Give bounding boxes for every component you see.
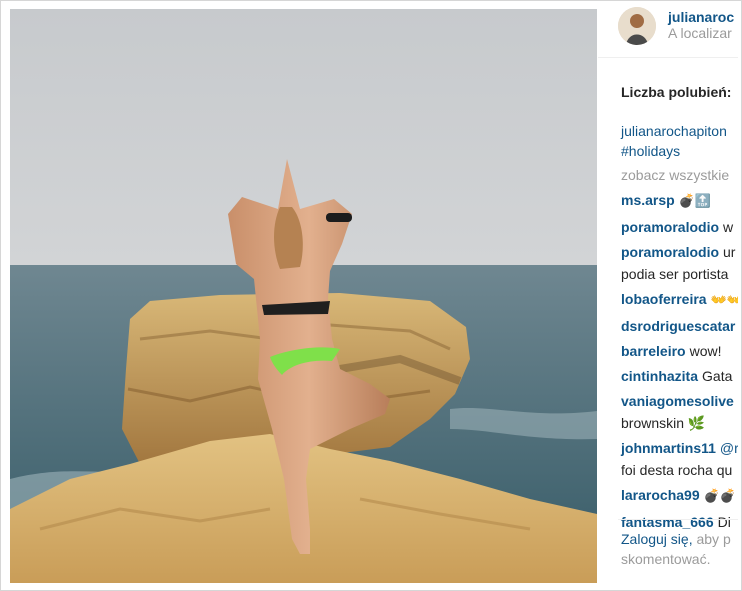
comment-username[interactable]: fantasma_666 — [621, 514, 714, 530]
comment-username[interactable]: cintinhazita — [621, 368, 698, 384]
comment-text: wow! — [689, 343, 722, 359]
comment-username[interactable]: lobaoferreira — [621, 291, 707, 307]
post-username[interactable]: julianaroc — [668, 9, 734, 25]
post-dialog: julianaroc A localizar Liczba polubień: … — [0, 0, 742, 591]
comment-username[interactable]: barreleiro — [621, 343, 686, 359]
comment-item: dsrodriguescatar — [621, 316, 738, 336]
comment-item: cintinhazita Gata — [621, 366, 738, 386]
comment-text: Gata — [702, 368, 733, 384]
post-photo[interactable] — [10, 9, 597, 583]
comment-item: ms.arsp 💣🔝 — [621, 190, 738, 212]
comment-text: w — [723, 219, 734, 235]
comment-item: vaniagomesolive brownskin 🌿 — [621, 391, 738, 433]
footer-divider — [618, 519, 738, 520]
comment-username[interactable]: vaniagomesolive — [621, 393, 734, 409]
avatar-image — [618, 7, 656, 45]
comment-item: lobaoferreira👐👐 — [621, 289, 738, 311]
comment-item: lararocha99 💣💣 — [621, 485, 738, 507]
comment-username[interactable]: johnmartins11 — [621, 440, 716, 456]
comment-text: 👐👐 — [710, 293, 738, 308]
comment-text-line2: podia ser portista — [621, 266, 729, 282]
login-prompt: Zaloguj się, aby p skomentować. — [621, 529, 731, 569]
comment-mention[interactable]: @ri — [720, 440, 738, 456]
comment-text: 💣🔝 — [678, 194, 712, 209]
comment-text-line2: brownskin 🌿 — [621, 415, 706, 431]
comment-text: ur — [723, 244, 736, 260]
caption-username[interactable]: julianarochapiton — [621, 121, 738, 141]
avatar[interactable] — [618, 7, 656, 45]
comment-item: barreleiro wow! — [621, 341, 738, 361]
post-header: julianaroc A localizar — [598, 1, 738, 58]
login-prompt-text: aby p — [692, 531, 731, 547]
comment-text-line2: foi desta rocha qu — [621, 462, 733, 478]
comment-username[interactable]: poramoralodio — [621, 219, 719, 235]
comment-item: poramoralodio w — [621, 217, 738, 237]
comment-username[interactable]: lararocha99 — [621, 487, 700, 503]
photo-illustration — [10, 9, 597, 583]
comment-username[interactable]: ms.arsp — [621, 192, 675, 208]
view-all-comments-link[interactable]: zobacz wszystkie — [621, 165, 738, 185]
comment-username[interactable]: poramoralodio — [621, 244, 719, 260]
post-location[interactable]: A localizar — [668, 25, 732, 41]
comment-item: johnmartins11@ri foi desta rocha qu — [621, 438, 738, 480]
post-sidebar: julianaroc A localizar Liczba polubień: … — [598, 1, 738, 590]
comment-item: poramoralodio ur podia ser portista — [621, 242, 738, 284]
likes-count[interactable]: Liczba polubień: — [621, 84, 731, 100]
comment-username[interactable]: dsrodriguescatar — [621, 318, 735, 334]
login-prompt-text-line2: skomentować. — [621, 551, 711, 567]
comments-list: julianarochapiton #holidays zobacz wszys… — [621, 121, 738, 532]
caption-hashtag[interactable]: #holidays — [621, 141, 738, 161]
comment-text: Di — [717, 514, 731, 530]
comment-text: 💣💣 — [703, 489, 736, 504]
login-link[interactable]: Zaloguj się, — [621, 531, 693, 547]
